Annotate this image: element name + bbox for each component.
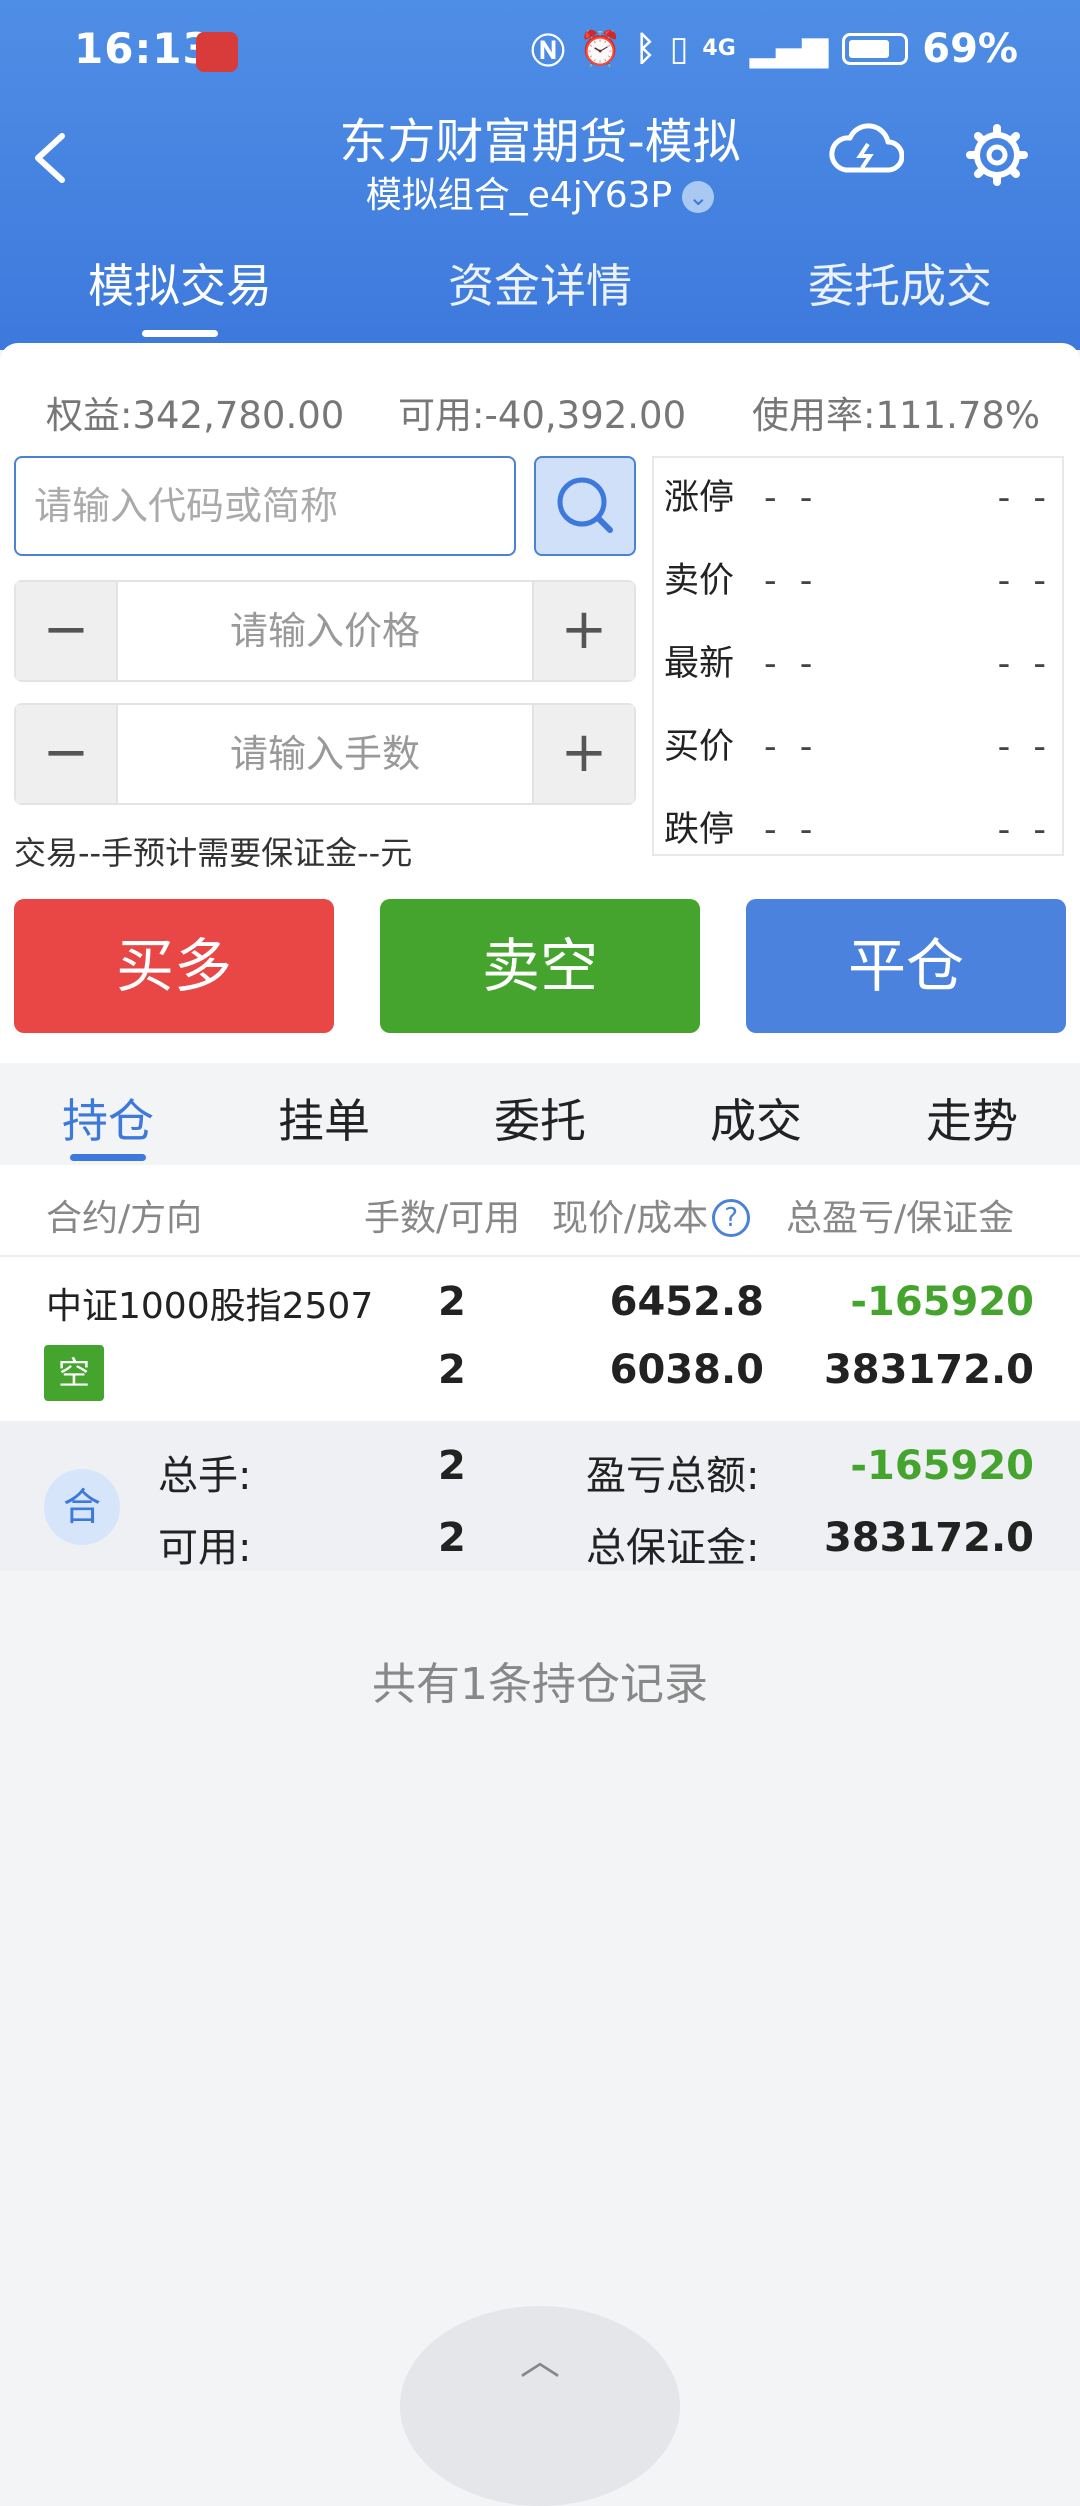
total-qty-label: 总手: (158, 1453, 252, 1499)
quote-row-limit-down: 跌停 - - - - (664, 810, 1052, 850)
available-label: 可用: (158, 1525, 252, 1571)
quantity-decrease-button[interactable]: − (16, 705, 118, 803)
gear-icon (966, 124, 1028, 186)
subtab-pending[interactable]: 挂单 (216, 1085, 432, 1151)
positions-summary: 合 总手: 2 可用: 2 盈亏总额: -165920 总保证金: 383172… (0, 1421, 1080, 1571)
subtab-positions[interactable]: 持仓 (0, 1085, 216, 1151)
settings-button[interactable] (966, 124, 1028, 190)
total-margin-label: 总保证金: (586, 1525, 760, 1571)
sell-short-button[interactable]: 卖空 (380, 899, 700, 1033)
position-qty: 2 (438, 1279, 466, 1325)
tab-fund-details[interactable]: 资金详情 (390, 250, 690, 316)
search-button[interactable] (534, 456, 636, 556)
quote-row-bid: 买价 - - - - (664, 727, 1052, 767)
current-price: 6452.8 (609, 1279, 764, 1325)
notification-app-icon (196, 32, 238, 72)
contract-name: 中证1000股指2507 (46, 1286, 374, 1327)
bluetooth-icon: ᛒ (635, 28, 656, 69)
portfolio-selector[interactable]: 模拟组合_e4jY63P ⌄ (0, 166, 1080, 218)
buy-long-button[interactable]: 买多 (14, 899, 334, 1033)
nfc-icon: Ⓝ (530, 32, 565, 72)
expand-handle[interactable]: ︿ (400, 2306, 680, 2506)
total-margin-value: 383172.0 (823, 1515, 1034, 1561)
col-contract-direction: 合约/方向 (46, 1198, 203, 1239)
battery-percent: 69% (922, 25, 1018, 72)
position-margin: 383172.0 (823, 1347, 1034, 1393)
quantity-input[interactable]: 请输入手数 (118, 705, 532, 803)
status-icons: Ⓝ ⏰ ᛒ ▯ 4G ▂▄▆ 69% (531, 24, 1018, 73)
subtab-trades[interactable]: 成交 (648, 1085, 864, 1151)
total-qty-value: 2 (438, 1443, 466, 1489)
col-pnl-margin: 总盈亏/保证金 (786, 1198, 1015, 1239)
subtab-orders[interactable]: 委托 (432, 1085, 648, 1151)
total-pnl-value: -165920 (850, 1443, 1034, 1489)
cloud-icon (829, 123, 905, 173)
trade-panel: 权益:342,780.00 可用:-40,392.00 使用率:111.78% … (0, 343, 1080, 1063)
price-increase-button[interactable]: + (532, 582, 634, 680)
help-icon[interactable]: ? (712, 1199, 751, 1237)
quantity-increase-button[interactable]: + (532, 705, 634, 803)
quote-panel: 涨停 - - - - 卖价 - - - - 最新 - - - - 买价 - - … (652, 456, 1064, 856)
position-available: 2 (438, 1347, 466, 1393)
status-time: 16:13 (74, 24, 213, 73)
alarm-icon: ⏰ (578, 28, 622, 69)
summary-badge: 合 (44, 1469, 120, 1545)
available-value: 可用:-40,392.00 (398, 394, 687, 437)
total-pnl-label: 盈亏总额: (586, 1453, 760, 1499)
equity-value: 权益:342,780.00 (46, 394, 345, 437)
top-tabs: 模拟交易 资金详情 委托成交 (0, 250, 1080, 340)
network-type: 4G (702, 36, 736, 61)
search-icon (557, 477, 613, 533)
positions-table-header: 合约/方向 手数/可用 现价/成本? 总盈亏/保证金 (0, 1165, 1080, 1257)
quote-row-last: 最新 - - - - (664, 644, 1052, 684)
subtab-trend[interactable]: 走势 (864, 1085, 1080, 1151)
battery-icon (842, 32, 909, 65)
quote-row-ask: 卖价 - - - - (664, 561, 1052, 601)
status-bar: 16:13 Ⓝ ⏰ ᛒ ▯ 4G ▂▄▆ 69% (0, 0, 1080, 100)
record-count: 共有1条持仓记录 (372, 1659, 708, 1710)
signal-icon: ▂▄▆ (749, 28, 829, 69)
header: 16:13 Ⓝ ⏰ ᛒ ▯ 4G ▂▄▆ 69% 东方财富期货-模拟 模拟组合_… (0, 0, 1080, 350)
chevron-up-icon: ︿ (520, 2338, 560, 2384)
position-pnl: -165920 (850, 1279, 1034, 1325)
page-title: 东方财富期货-模拟 (339, 114, 741, 170)
margin-estimate-note: 交易--手预计需要保证金--元 (14, 834, 413, 872)
col-price-cost: 现价/成本? (552, 1189, 751, 1241)
active-subtab-indicator (70, 1154, 146, 1161)
sub-tabs: 持仓 挂单 委托 成交 走势 (0, 1063, 1080, 1165)
tab-orders-trades[interactable]: 委托成交 (750, 250, 1050, 316)
usage-rate-value: 使用率:111.78% (752, 394, 1041, 437)
close-position-button[interactable]: 平仓 (746, 899, 1066, 1033)
contract-search-input[interactable]: 请输入代码或简称 (14, 456, 516, 556)
tab-sim-trade[interactable]: 模拟交易 (30, 250, 330, 316)
cost-price: 6038.0 (609, 1347, 764, 1393)
portfolio-name: 模拟组合_e4jY63P (365, 175, 673, 216)
quantity-stepper: − 请输入手数 + (14, 703, 636, 805)
quote-row-limit-up: 涨停 - - - - (664, 478, 1052, 518)
position-row[interactable]: 中证1000股指2507 空 2 2 6452.8 6038.0 -165920… (0, 1257, 1080, 1421)
chevron-down-icon: ⌄ (682, 181, 715, 213)
active-tab-indicator (142, 330, 218, 337)
direction-badge: 空 (44, 1345, 104, 1401)
price-stepper: − 请输入价格 + (14, 580, 636, 682)
col-qty-available: 手数/可用 (364, 1198, 521, 1239)
vibrate-icon: ▯ (669, 28, 689, 69)
available-qty-value: 2 (438, 1515, 466, 1561)
price-decrease-button[interactable]: − (16, 582, 118, 680)
cloud-sync-button[interactable] (828, 122, 905, 182)
price-input[interactable]: 请输入价格 (118, 582, 532, 680)
